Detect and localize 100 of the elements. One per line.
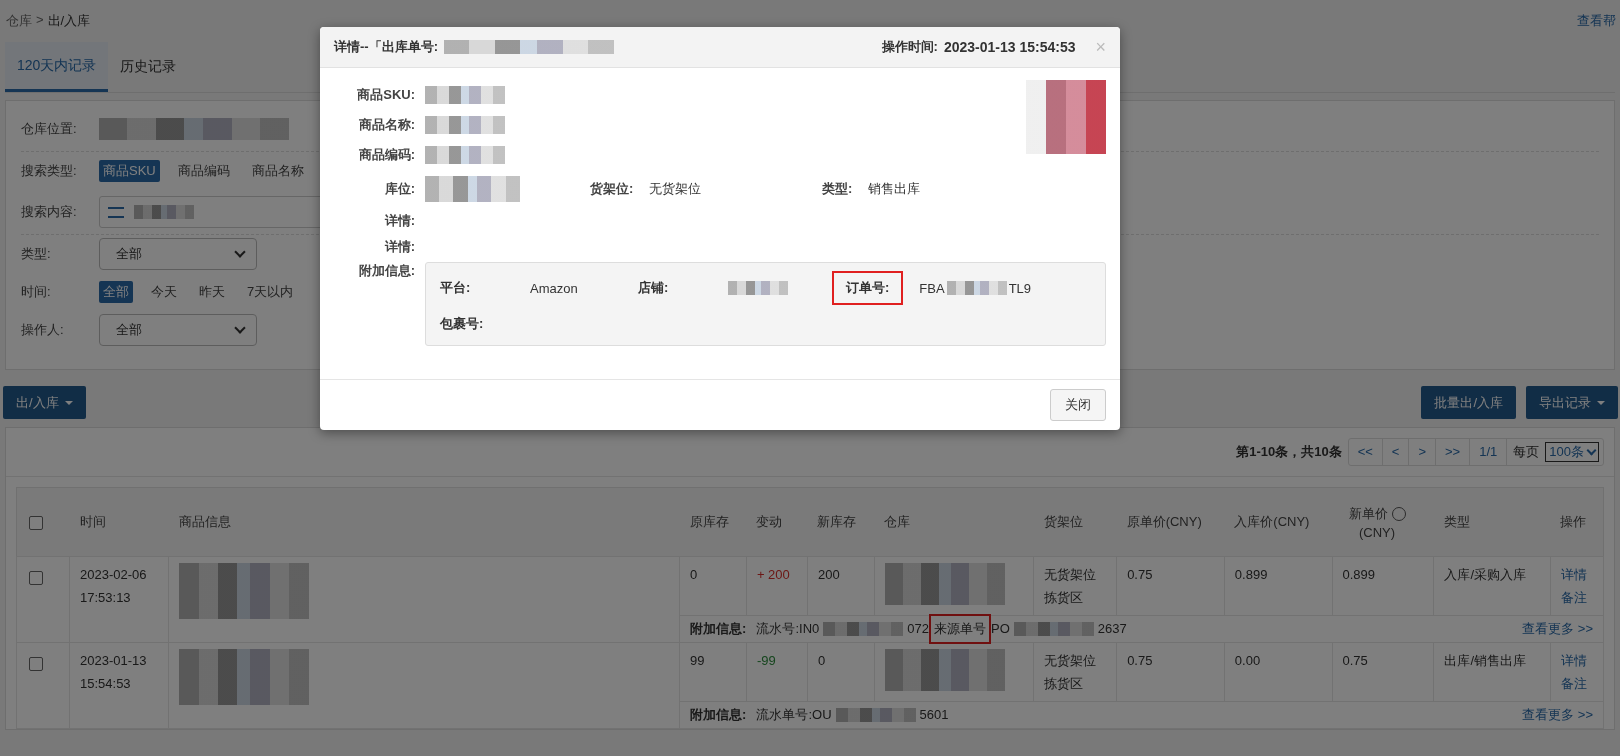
per-page-label: 每页 — [1512, 443, 1541, 461]
action-button[interactable]: 出/入库 — [3, 386, 86, 419]
filter-label: 搜索类型: — [21, 162, 78, 180]
info-text: 072 — [907, 620, 929, 638]
table-cell-text: 17:53:13 — [80, 589, 132, 607]
breadcrumb-separator: > — [36, 12, 44, 29]
table-cell-text: 拣货区 — [1044, 675, 1085, 693]
info-text: PO — [991, 620, 1010, 638]
filter-label: 类型: — [21, 245, 52, 263]
filter-label: 操作人: — [21, 321, 65, 339]
action-button[interactable]: 导出记录 — [1526, 386, 1618, 419]
info-label: 包裹号: — [440, 315, 485, 333]
column-header: (CNY) — [1358, 524, 1396, 540]
per-page-select[interactable]: 100条 — [1545, 442, 1599, 462]
field-label: 商品SKU: — [356, 86, 415, 104]
page-button[interactable]: >> — [1436, 439, 1471, 465]
table-cell: 0 — [807, 642, 875, 702]
more-link[interactable]: 查看更多 >> — [1522, 704, 1593, 726]
field-label: 商品名称: — [357, 116, 415, 134]
tab[interactable]: 历史记录 — [108, 42, 189, 92]
checkbox[interactable] — [29, 656, 43, 671]
table-cell: 0.899 — [1224, 556, 1333, 616]
table-cell: -99 — [746, 642, 808, 702]
field-label: 货架位: — [590, 180, 634, 198]
filter-option[interactable]: 商品编码 — [173, 160, 234, 182]
field-label: 商品编码: — [357, 146, 415, 164]
checkbox[interactable] — [29, 570, 43, 585]
table-cell: 0.75 — [1116, 556, 1225, 616]
column-header: 新库存 — [807, 487, 875, 557]
page-button[interactable]: 1/1 — [1470, 439, 1508, 465]
column-header: 货架位 — [1033, 487, 1117, 557]
filter-label: 仓库位置: — [21, 120, 78, 138]
row-action-link[interactable]: 详情 — [1560, 649, 1593, 672]
field-label: 库位: — [383, 180, 415, 198]
dialog-title: 详情--「出库单号: — [334, 38, 438, 56]
table-cell-text: 拣货区 — [1044, 589, 1085, 607]
info-label: 店铺: — [638, 279, 670, 297]
table-cell: 出库/销售出库 — [1433, 642, 1551, 702]
info-text: Amazon — [530, 280, 578, 296]
action-button[interactable]: 批量出/入库 — [1421, 386, 1516, 419]
table-cell: + 200 — [746, 556, 808, 616]
column-header: 操作 — [1550, 487, 1604, 557]
table-cell: 0 — [679, 556, 747, 616]
breadcrumb-item[interactable]: 出/入库 — [47, 12, 91, 30]
field-label: 详情: — [383, 238, 415, 256]
table-cell: 0.75 — [1116, 642, 1225, 702]
info-text: 流水单号:OU — [756, 706, 832, 724]
column-header: 类型 — [1433, 487, 1551, 557]
table-cell-text: 15:54:53 — [80, 675, 132, 693]
field-label: 附加信息: — [357, 262, 415, 280]
close-button[interactable]: 关闭 — [1050, 389, 1106, 421]
column-header: 仓库 — [874, 487, 1034, 557]
pixelated-redaction — [946, 281, 1007, 295]
help-link[interactable]: 查看帮 — [1577, 12, 1616, 30]
table-cell: 0.00 — [1224, 642, 1333, 702]
filter-option[interactable]: 昨天 — [195, 281, 229, 303]
page-button[interactable]: < — [1382, 439, 1410, 465]
operator-select[interactable]: 全部 — [99, 314, 257, 346]
field-value: 无货架位 — [649, 180, 702, 198]
table-cell: 0.75 — [1332, 642, 1434, 702]
info-text: TL9 — [1008, 280, 1032, 296]
filter-option[interactable]: 商品SKU — [99, 160, 160, 182]
filter-option[interactable]: 7天以内 — [243, 281, 298, 303]
row-action-link[interactable]: 备注 — [1560, 586, 1593, 609]
info-text: 5601 — [919, 706, 949, 724]
breadcrumb-item[interactable]: 仓库 — [6, 12, 32, 30]
pixelated-redaction — [728, 281, 788, 295]
table-cell-text: 无货架位 — [1044, 652, 1098, 670]
filter-option[interactable]: 商品名称 — [247, 160, 308, 182]
time-label: 操作时间: — [881, 38, 938, 56]
select-value: 全部 — [116, 321, 142, 339]
checkbox[interactable] — [29, 515, 43, 530]
page-button[interactable]: << — [1348, 439, 1383, 465]
select-value: 全部 — [116, 245, 142, 263]
close-button[interactable]: × — [1095, 36, 1106, 58]
field-label: 详情: — [383, 212, 415, 230]
field-value: 销售出库 — [868, 180, 921, 198]
pagination-summary: 第1-10条，共10条 — [1236, 443, 1342, 461]
row-action-link[interactable]: 备注 — [1560, 672, 1593, 695]
column-header: 入库价(CNY) — [1224, 487, 1333, 557]
filter-option[interactable]: 全部 — [99, 281, 133, 303]
table-cell-text: 2023-02-06 — [80, 566, 148, 584]
table-cell: 入库/采购入库 — [1433, 556, 1551, 616]
column-header: 原单价(CNY) — [1116, 487, 1225, 557]
time-value: 2023-01-13 15:54:53 — [943, 39, 1076, 55]
info-label: 附加信息: — [690, 620, 747, 638]
column-header: 时间 — [69, 487, 169, 557]
filter-label: 时间: — [21, 283, 52, 301]
list-icon — [108, 206, 124, 218]
type-select[interactable]: 全部 — [99, 238, 257, 270]
field-label: 类型: — [822, 180, 853, 198]
row-action-link[interactable]: 详情 — [1560, 563, 1593, 586]
table-cell: 99 — [679, 642, 747, 702]
filter-option[interactable]: 今天 — [147, 281, 181, 303]
more-link[interactable]: 查看更多 >> — [1522, 618, 1593, 640]
table-cell-text: 无货架位 — [1044, 566, 1098, 584]
column-header: 原库存 — [679, 487, 747, 557]
page-button[interactable]: > — [1409, 439, 1437, 465]
tab[interactable]: 120天内记录 — [5, 42, 109, 92]
column-header: 商品信息 — [168, 487, 680, 557]
